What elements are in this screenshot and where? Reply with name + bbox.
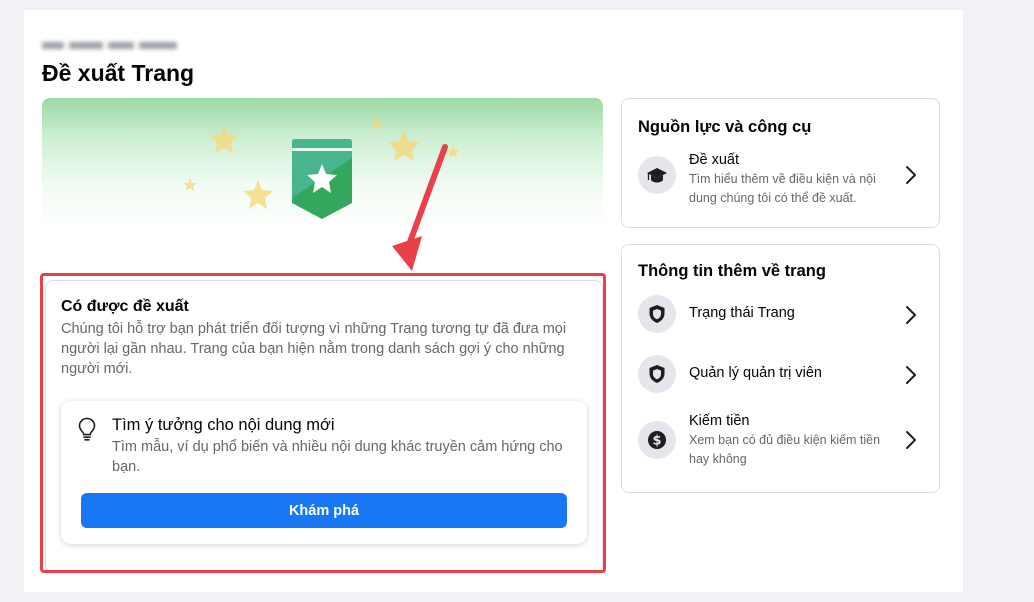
- chevron-right-icon: [905, 165, 917, 190]
- info-item-label: Trạng thái Trang: [689, 305, 795, 321]
- chevron-right-icon: [905, 430, 917, 455]
- chevron-right-icon: [905, 305, 917, 330]
- info-item-label: Kiếm tiền: [689, 413, 750, 429]
- resources-item-label: Đề xuất: [689, 152, 739, 168]
- chevron-right-icon: [905, 365, 917, 390]
- resources-card-title: Nguồn lực và công cụ: [638, 118, 812, 136]
- shield-icon: [638, 355, 676, 393]
- banner-illustration: [42, 98, 603, 230]
- badge-icon: [292, 139, 352, 219]
- resources-card: Nguồn lực và công cụ Đề xuất Tìm hiểu th…: [621, 98, 940, 228]
- info-item-page-status[interactable]: Trạng thái Trang: [622, 291, 939, 339]
- resources-item-description: Tìm hiểu thêm về điều kiện và nội dung c…: [689, 172, 876, 205]
- info-item-monetization[interactable]: $ Kiếm tiền Xem bạn có đủ điều kiện kiếm…: [622, 411, 939, 477]
- dollar-icon: $: [638, 421, 676, 459]
- page-container: Đề xuất Trang Có được đề xuất Chúng tôi …: [24, 10, 963, 592]
- page-info-card: Thông tin thêm về trang Trạng thái Trang: [621, 244, 940, 493]
- blurred-breadcrumb: [42, 40, 180, 50]
- info-item-admin-management[interactable]: Quản lý quản trị viên: [622, 351, 939, 399]
- page-info-card-title: Thông tin thêm về trang: [638, 262, 826, 280]
- resources-item-recommendations[interactable]: Đề xuất Tìm hiểu thêm về điều kiện và nộ…: [622, 145, 939, 211]
- info-item-description: Xem bạn có đủ điều kiện kiếm tiền hay kh…: [689, 433, 881, 466]
- svg-text:$: $: [652, 434, 661, 449]
- graduation-cap-icon: [638, 156, 676, 194]
- shield-icon: [638, 295, 676, 333]
- page-title: Đề xuất Trang: [42, 60, 195, 86]
- annotation-highlight-box: [40, 273, 606, 573]
- info-item-label: Quản lý quản trị viên: [689, 365, 822, 381]
